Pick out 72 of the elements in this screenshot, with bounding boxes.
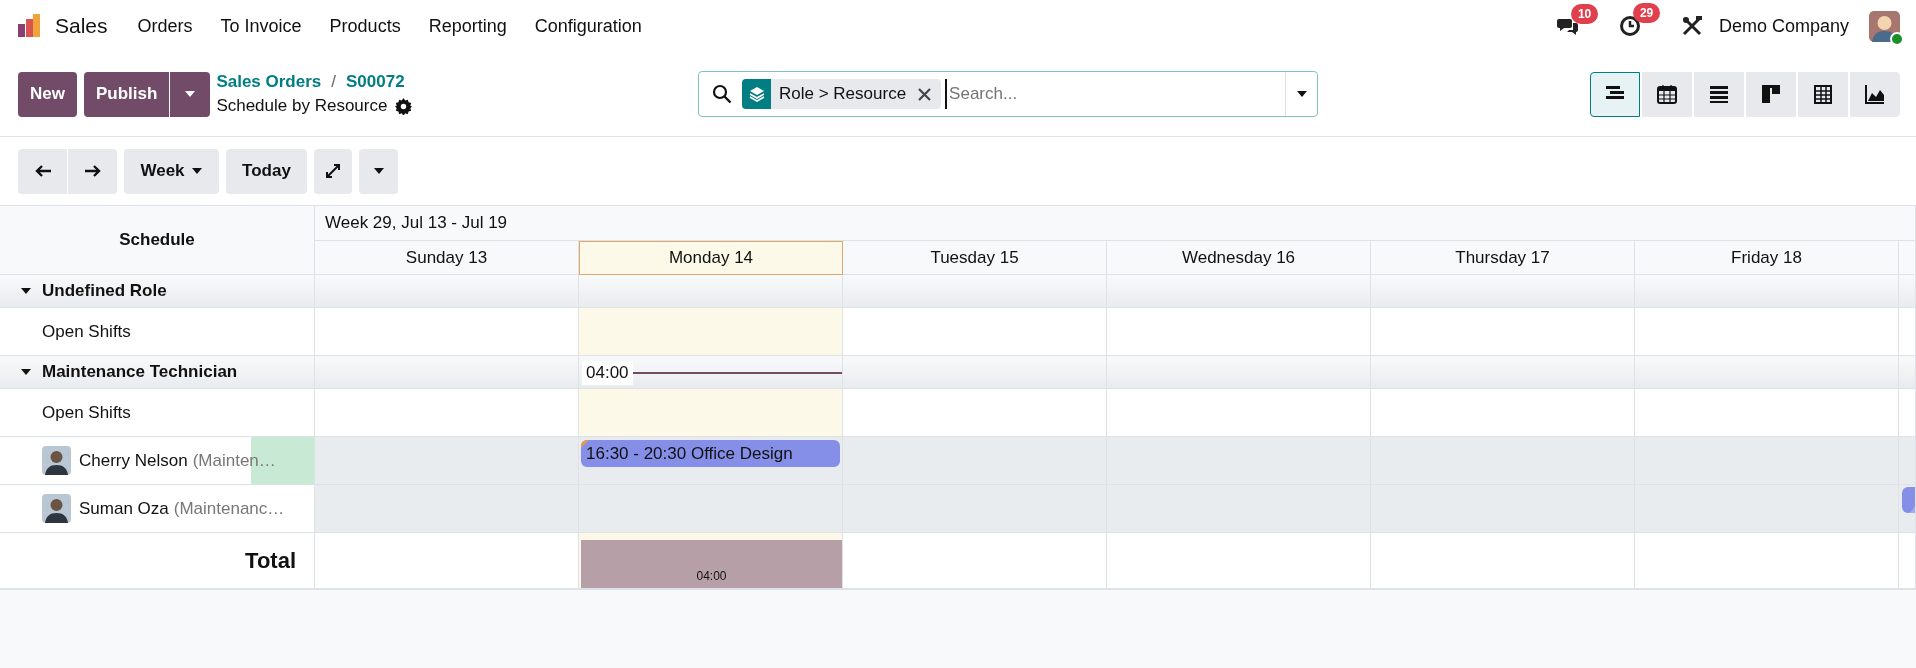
date-range-label: Week 29, Jul 13 - Jul 19 [325, 213, 508, 233]
day-header: Wednesday 16 [1107, 241, 1371, 275]
caret-icon [1295, 90, 1308, 98]
breadcrumb-link[interactable]: Sales Orders [216, 72, 322, 92]
menu-item[interactable]: To Invoice [220, 15, 302, 37]
caret-icon [372, 167, 385, 175]
menu-item[interactable]: Reporting [428, 15, 507, 37]
gantt-cell [1899, 275, 1916, 308]
group-label[interactable]: Maintenance Technician [42, 362, 238, 382]
search-field[interactable]: Role > Resource Search... [698, 71, 1318, 117]
kanban-icon [1760, 83, 1782, 105]
view-switch-button[interactable] [1590, 71, 1640, 117]
day-header: Sunday 13 [315, 241, 579, 275]
page-title: Schedule by Resource [216, 96, 388, 116]
dropdown-toggle[interactable] [170, 71, 211, 117]
caret-icon [184, 90, 197, 98]
breadcrumb-separator: / [331, 72, 336, 92]
app-name[interactable]: Sales [55, 14, 108, 38]
menu-item[interactable]: Configuration [534, 15, 642, 37]
calendar-icon [1656, 83, 1678, 105]
avatar-icon [42, 446, 71, 475]
resource-role: (Maintenanc… [173, 498, 285, 519]
list-icon [1708, 83, 1730, 105]
tools-icon[interactable] [1680, 15, 1703, 37]
search-icon [712, 84, 732, 104]
total-label: Total [245, 547, 296, 574]
filter-facet[interactable]: Role > Resource [742, 79, 942, 109]
caret-icon [190, 167, 203, 175]
day-header: Thursday 17 [1371, 241, 1635, 275]
group-label[interactable]: Undefined Role [42, 281, 167, 301]
left-arrow-icon [33, 164, 52, 178]
close-icon[interactable] [918, 87, 932, 101]
next-button[interactable] [68, 148, 117, 194]
resource-role: (Mainten… [192, 450, 276, 471]
gear-icon[interactable] [395, 97, 413, 115]
scale-dropdown[interactable]: Week [124, 148, 219, 194]
area-chart-icon [1864, 83, 1886, 105]
day-header: Tuesday 15 [843, 241, 1107, 275]
layers-icon [747, 85, 766, 103]
total-bar: 04:00 [581, 540, 842, 588]
menu-item[interactable]: Orders [137, 15, 193, 37]
previous-button[interactable] [18, 148, 67, 194]
expand-icon [325, 163, 341, 179]
menu-item[interactable]: Products [329, 15, 401, 37]
breadcrumb-link[interactable]: S00072 [346, 72, 405, 92]
today-button[interactable]: Today [226, 148, 307, 194]
caret-icon[interactable] [20, 368, 32, 376]
notification-badge: 10 [1570, 4, 1599, 24]
new-button[interactable]: New [18, 71, 77, 117]
day-header: Monday 14 [579, 241, 843, 275]
caret-icon[interactable] [20, 287, 32, 295]
gantt-cell [1899, 356, 1916, 389]
clock-icon[interactable] [1618, 15, 1641, 37]
notification-badge: 29 [1632, 3, 1661, 23]
row-label: Open Shifts [42, 321, 131, 342]
publish-button[interactable]: Publish [83, 71, 170, 117]
expand-button[interactable] [314, 148, 352, 194]
row-label: Open Shifts [42, 402, 131, 423]
hours-label: 04:00 [582, 361, 633, 385]
shift-pill[interactable]: 16:30 - 20:30 Office Design [581, 440, 840, 467]
chat-icon[interactable] [1556, 16, 1579, 36]
table-grid-icon [1812, 83, 1834, 105]
resource-name: Suman Oza [79, 498, 169, 519]
avatar-icon [42, 494, 71, 523]
day-header: Friday 18 [1635, 241, 1899, 275]
sales-logo [16, 13, 42, 39]
right-arrow-icon [83, 164, 102, 178]
avatar-icon[interactable] [1869, 10, 1900, 42]
column-header: Schedule [119, 230, 195, 250]
company-name[interactable]: Demo Company [1718, 15, 1849, 37]
resource-name: Cherry Nelson [79, 450, 188, 471]
facet-label: Role > Resource [779, 84, 907, 104]
